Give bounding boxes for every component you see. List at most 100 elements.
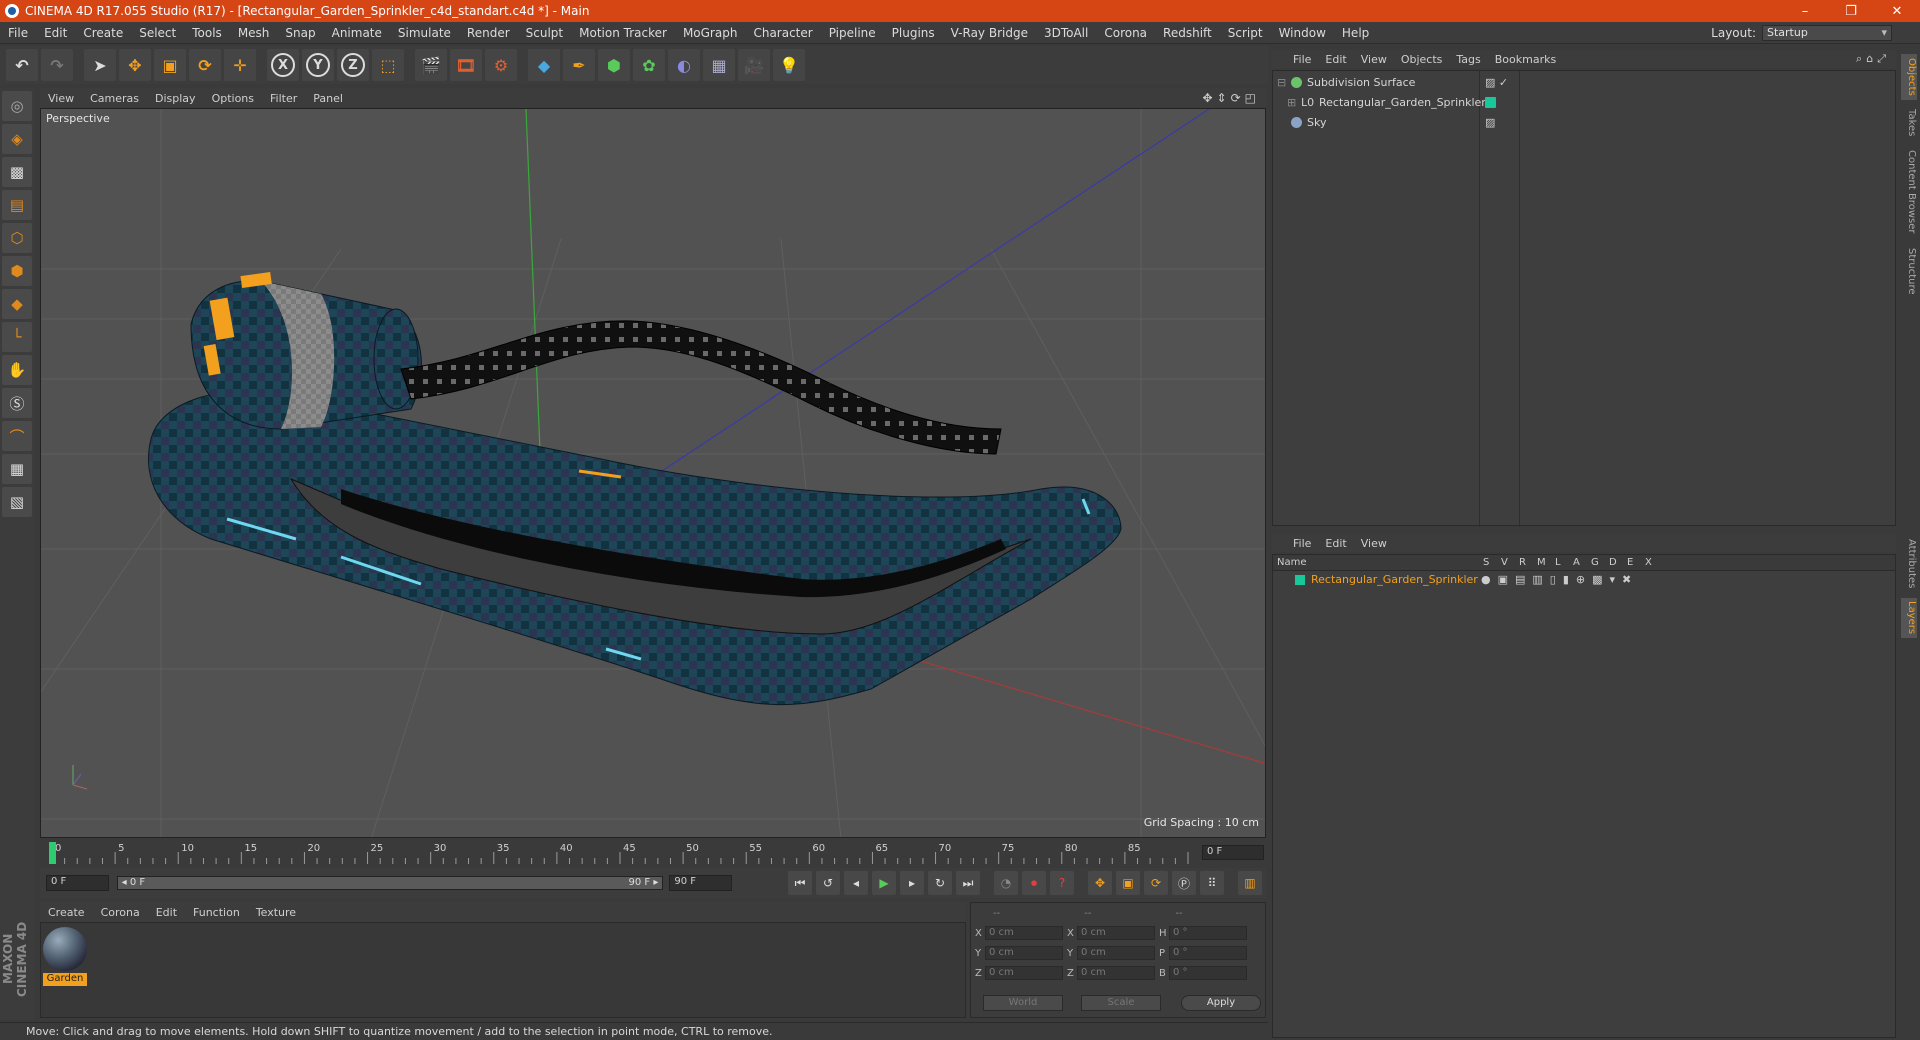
tab-objects[interactable]: Objects (1901, 54, 1917, 100)
menu-create[interactable]: Create (75, 26, 131, 40)
pen-spline-icon[interactable]: ✒ (563, 49, 595, 81)
om-menu-edit[interactable]: Edit (1318, 53, 1353, 66)
scale-tool-icon[interactable]: ▣ (154, 49, 186, 81)
workplane-icon[interactable]: ▧ (2, 487, 32, 517)
previous-key-icon[interactable]: ↺ (816, 871, 840, 895)
menu-animate[interactable]: Animate (324, 26, 390, 40)
material-preview-sphere[interactable] (43, 927, 87, 971)
select-arrow-icon[interactable]: ➤ (84, 49, 116, 81)
render-view-icon[interactable]: 🎬 (415, 49, 447, 81)
viewport-nav-icons[interactable]: ✥⇕⟳◰ (1202, 91, 1266, 105)
menu-render[interactable]: Render (459, 26, 518, 40)
viewport-menu-options[interactable]: Options (204, 92, 262, 105)
viewport-menu-cameras[interactable]: Cameras (82, 92, 147, 105)
menu-help[interactable]: Help (1334, 26, 1377, 40)
menu-script[interactable]: Script (1220, 26, 1271, 40)
camera-icon[interactable]: 🎥 (738, 49, 770, 81)
menu-snap[interactable]: Snap (277, 26, 323, 40)
material-menu-create[interactable]: Create (40, 906, 93, 919)
go-to-start-icon[interactable]: ⏮ (788, 871, 812, 895)
next-frame-icon[interactable]: ▸ (900, 871, 924, 895)
lm-menu-file[interactable]: File (1286, 537, 1318, 550)
go-to-end-icon[interactable]: ⏭ (956, 871, 980, 895)
render-settings-icon[interactable]: ⚙ (485, 49, 517, 81)
move-tool-icon[interactable]: ✥ (119, 49, 151, 81)
size-x-field[interactable]: 0 cm (1077, 926, 1155, 940)
coord-mode-dropdown[interactable]: Scale (1081, 995, 1161, 1011)
tab-layers[interactable]: Layers (1901, 598, 1917, 638)
size-y-field[interactable]: 0 cm (1077, 946, 1155, 960)
apply-button[interactable]: Apply (1181, 995, 1261, 1011)
redo-icon[interactable]: ↷ (41, 49, 73, 81)
polygons-mode-icon[interactable]: ◆ (2, 289, 32, 319)
viewport-menu-filter[interactable]: Filter (262, 92, 305, 105)
tab-structure[interactable]: Structure (1901, 244, 1917, 298)
viewport-menu-view[interactable]: View (40, 92, 82, 105)
menu-plugins[interactable]: Plugins (884, 26, 943, 40)
workplane-mode-icon[interactable]: ▤ (2, 190, 32, 220)
texture-mode-icon[interactable]: ▩ (2, 157, 32, 187)
tweak-mode-icon[interactable]: ✋ (2, 355, 32, 385)
menu-tools[interactable]: Tools (184, 26, 230, 40)
tab-attributes[interactable]: Attributes (1901, 534, 1917, 594)
cloner-icon[interactable]: ✿ (633, 49, 665, 81)
restore-button[interactable]: ❐ (1828, 4, 1874, 19)
visibility-dots-icon[interactable]: ▨ ✓ (1485, 76, 1508, 89)
coordinate-system-icon[interactable]: ⬚ (372, 49, 404, 81)
autokey-icon[interactable]: ⏺ (1022, 871, 1046, 895)
layout-dropdown[interactable]: Startup (1762, 24, 1892, 41)
object-row-sky[interactable]: Sky ▨ (1273, 113, 1895, 132)
material-menu-texture[interactable]: Texture (248, 906, 304, 919)
play-icon[interactable]: ▶ (872, 871, 896, 895)
deformer-icon[interactable]: ◐ (668, 49, 700, 81)
menu-vray-bridge[interactable]: V-Ray Bridge (943, 26, 1036, 40)
menu-window[interactable]: Window (1271, 26, 1334, 40)
menu-file[interactable]: File (0, 26, 36, 40)
make-editable-icon[interactable]: ◎ (2, 91, 32, 121)
model-mode-icon[interactable]: ◈ (2, 124, 32, 154)
edges-mode-icon[interactable]: ⬢ (2, 256, 32, 286)
next-key-icon[interactable]: ↻ (928, 871, 952, 895)
material-menu-corona[interactable]: Corona (93, 906, 148, 919)
material-name-label[interactable]: Garden (43, 973, 87, 986)
menu-select[interactable]: Select (131, 26, 184, 40)
material-menu-function[interactable]: Function (185, 906, 248, 919)
minimize-button[interactable]: – (1782, 4, 1828, 19)
axis-mode-icon[interactable]: └ (2, 322, 32, 352)
previous-frame-icon[interactable]: ◂ (844, 871, 868, 895)
menu-corona[interactable]: Corona (1096, 26, 1155, 40)
menu-redshift[interactable]: Redshift (1155, 26, 1220, 40)
rotation-b-field[interactable]: 0 ° (1169, 966, 1247, 980)
max-frame-field[interactable]: 90 F (669, 875, 732, 891)
light-icon[interactable]: 💡 (773, 49, 805, 81)
timeline-ruler[interactable]: 051015202530354045505560657075808590 0 F (40, 840, 1266, 866)
tab-takes[interactable]: Takes (1901, 106, 1917, 140)
close-button[interactable]: ✕ (1874, 4, 1920, 19)
sky-visibility-icon[interactable]: ▨ (1485, 116, 1495, 129)
floor-environment-icon[interactable]: ▦ (703, 49, 735, 81)
om-menu-bookmarks[interactable]: Bookmarks (1488, 53, 1563, 66)
material-menu-edit[interactable]: Edit (148, 906, 185, 919)
current-frame-field[interactable]: 0 F (46, 875, 109, 891)
key-pla-icon[interactable]: ⠿ (1200, 871, 1224, 895)
object-row-subdivision[interactable]: ⊟ Subdivision Surface ▨ ✓ (1273, 73, 1895, 92)
live-selection-icon[interactable]: ✛ (224, 49, 256, 81)
key-parameter-icon[interactable]: Ⓟ (1172, 871, 1196, 895)
menu-3dtoall[interactable]: 3DToAll (1036, 26, 1096, 40)
menu-character[interactable]: Character (745, 26, 820, 40)
position-x-field[interactable]: 0 cm (985, 926, 1063, 940)
rotation-p-field[interactable]: 0 ° (1169, 946, 1247, 960)
magnet-icon[interactable]: ⌒ (2, 421, 32, 451)
viewport-menu-panel[interactable]: Panel (305, 92, 351, 105)
om-menu-view[interactable]: View (1354, 53, 1394, 66)
tab-content-browser[interactable]: Content Browser (1901, 146, 1917, 238)
rotate-tool-icon[interactable]: ⟳ (189, 49, 221, 81)
key-scale-icon[interactable]: ▣ (1116, 871, 1140, 895)
viewport-menu-display[interactable]: Display (147, 92, 204, 105)
layer-row-sprinkler[interactable]: Rectangular_Garden_Sprinkler ●▣▤▥▯▮⊕▩▾✖ (1273, 572, 1895, 589)
coord-space-dropdown[interactable]: World (983, 995, 1063, 1011)
menu-mograph[interactable]: MoGraph (675, 26, 746, 40)
lm-menu-edit[interactable]: Edit (1318, 537, 1353, 550)
layer-color-swatch[interactable] (1485, 97, 1496, 108)
om-menu-tags[interactable]: Tags (1449, 53, 1487, 66)
